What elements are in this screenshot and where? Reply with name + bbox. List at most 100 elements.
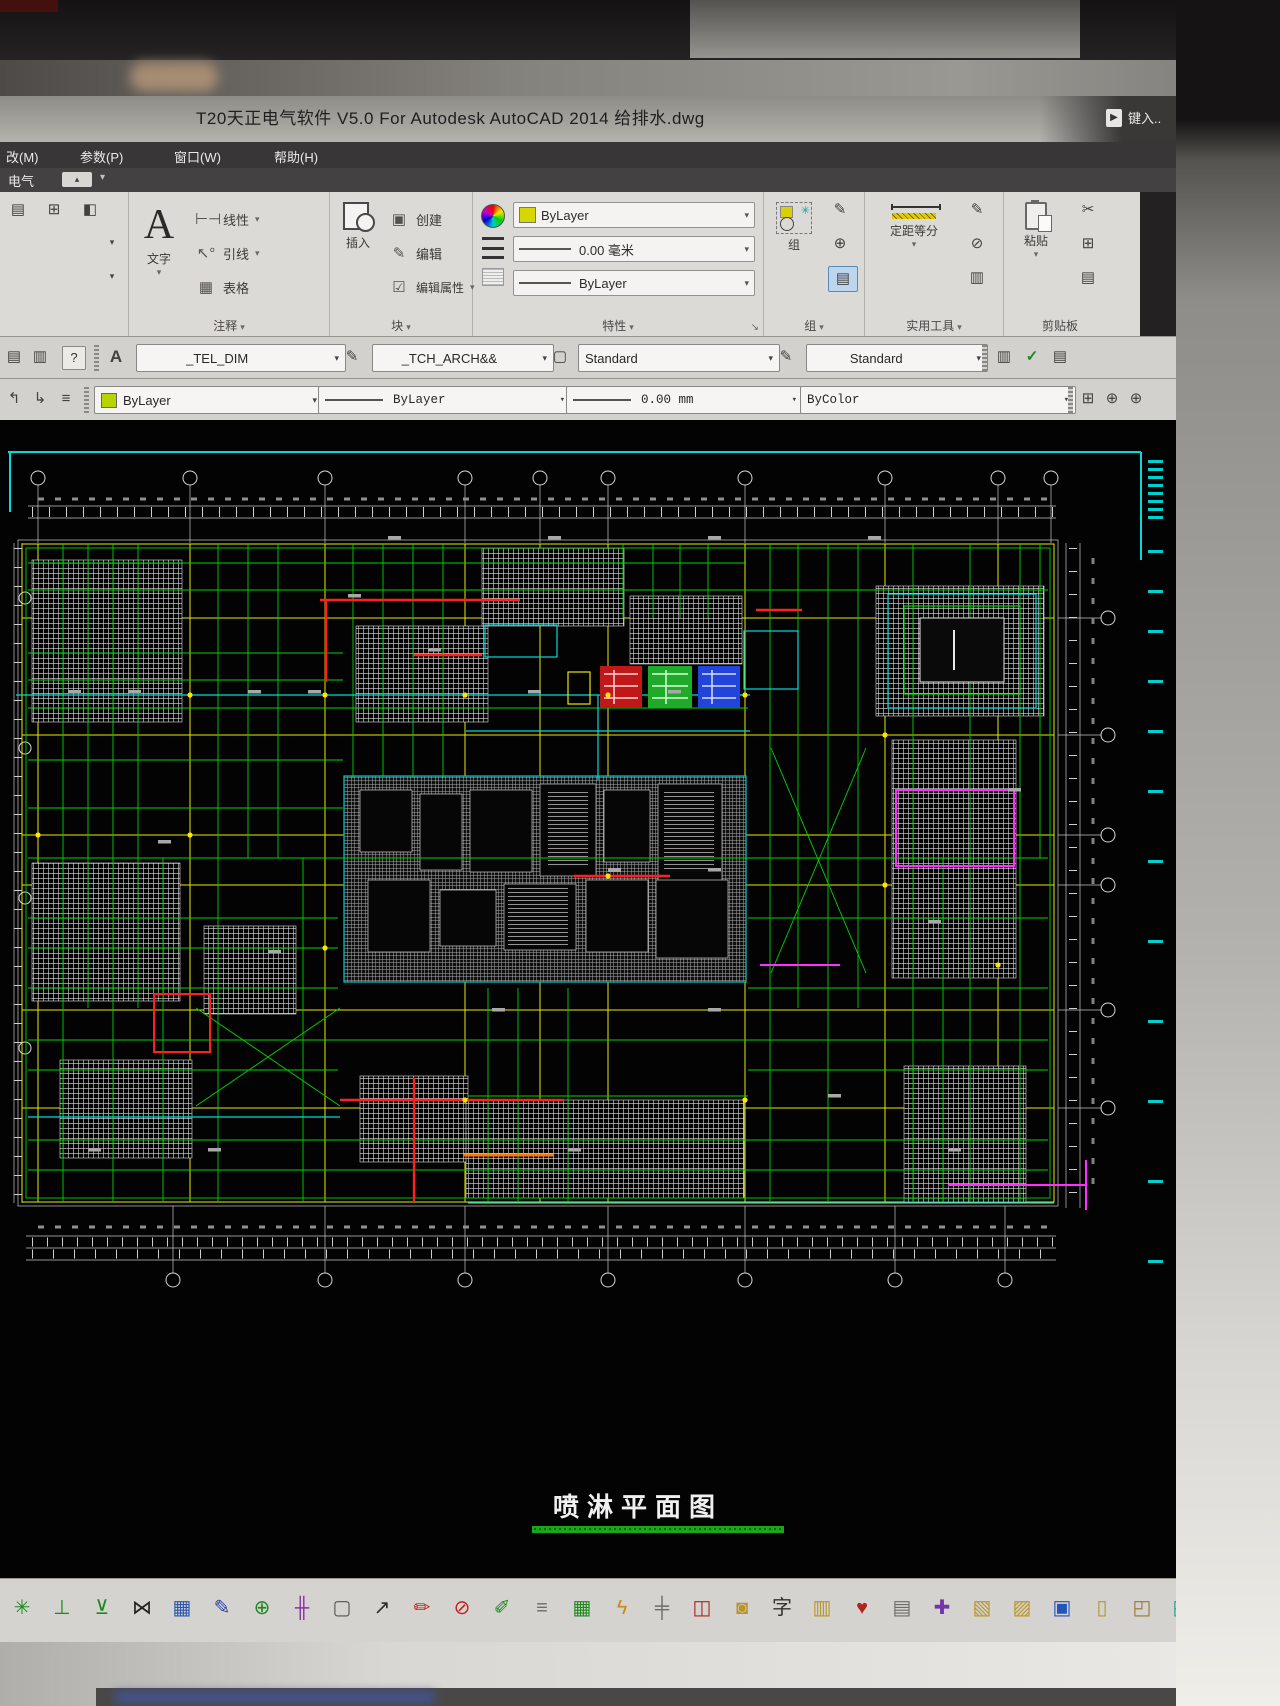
layers-bulb-icon[interactable]: ▨ [1006,1591,1038,1625]
calculator-icon[interactable]: ▥ [965,266,989,290]
ribbon-collapse-button[interactable]: ▴ [62,172,92,187]
text-tool-button[interactable]: A 文字 ▾ [131,202,187,278]
group-panel-label[interactable]: 组▾ [764,317,864,334]
linetype-stack-icon[interactable] [482,237,504,259]
utilities-panel-label[interactable]: 实用工具▾ [865,317,1003,334]
layer-previous-icon[interactable]: ↳ [28,387,52,411]
toolbar-grip[interactable] [1068,387,1073,413]
leader-button[interactable]: ↖° 引线 ▾ [195,238,260,268]
block-edit-button[interactable]: ✎ 编辑 [388,238,442,268]
selection-rect-icon[interactable]: ▢ [326,1591,358,1625]
group-button[interactable]: ✳ 组 [766,202,822,253]
properties-dialog-launcher-icon[interactable]: ↘ [751,322,759,333]
lock-icon[interactable]: ▣ [1046,1591,1078,1625]
block-panel-label[interactable]: 块▾ [330,317,472,334]
device-box-icon[interactable]: ▦ [166,1591,198,1625]
paste-button[interactable]: 粘贴 ▾ [1008,202,1064,260]
infocenter-hint[interactable]: 键入.. [1128,108,1161,127]
cut-icon[interactable]: ✂ [1076,198,1100,222]
copy-block-icon[interactable]: ▤ [886,1591,918,1625]
lineweight-hatch-icon[interactable] [482,268,504,286]
view-globe3-icon[interactable]: ⊕ [1124,387,1148,411]
equal-lines-icon[interactable]: ≡ [526,1591,558,1625]
calc-small-icon[interactable]: ▥ [28,345,52,369]
dimstyle-brush-icon[interactable]: A [104,345,128,369]
menu-window[interactable]: 窗口(W) [174,147,221,166]
red-pen-icon[interactable]: ✏ [406,1591,438,1625]
block-edit-attr-button[interactable]: ☑ 编辑属性 ▾ [388,272,475,302]
toolbar-grip[interactable] [84,387,89,413]
tab-electrical[interactable]: 电气 [8,171,34,190]
quick-measure-icon[interactable]: ✎ [965,198,989,222]
dim-style-select[interactable]: _TEL_DIM ▾ [136,344,346,372]
open-book-icon[interactable]: ▥ [806,1591,838,1625]
paste-special-icon[interactable]: ▤ [1076,266,1100,290]
insert-block-button[interactable]: 插入 [330,202,386,251]
heart-block-icon[interactable]: ♥ [846,1591,878,1625]
measure-button[interactable]: 定距等分 ▾ [879,202,949,250]
sheet-set-icon[interactable]: ▤ [2,345,26,369]
text-style-select[interactable]: Standard ▾ [806,344,988,372]
lineweight-select[interactable]: 0.00 mm ▾ [566,386,804,414]
arch-style-select[interactable]: _TCH_ARCH&& ▾ [372,344,554,372]
text-icon[interactable]: 字 [766,1591,798,1625]
view-globe2-icon[interactable]: ⊕ [1100,387,1124,411]
infocenter-play-icon[interactable]: ▶ [1106,109,1122,127]
object-lineweight-select[interactable]: 0.00 毫米 ▾ [513,236,755,262]
section-line-icon[interactable]: ╪ [646,1591,678,1625]
layer-translate-icon[interactable]: ▤ [1048,345,1072,369]
group-select-toggle-icon[interactable]: ▤ [828,266,858,292]
table-button[interactable]: ▦ 表格 [195,272,249,302]
layers-pen-icon[interactable]: ▧ [966,1591,998,1625]
sprinkler-pair-icon[interactable]: ⊻ [86,1591,118,1625]
textstyle-pencil-icon[interactable]: ✎ [774,345,798,369]
make-layer-current-icon[interactable]: ↰ [2,387,26,411]
drawing-canvas[interactable]: 喷淋平面图 [8,448,1148,1575]
left-dropdown2-icon[interactable]: ▾ [100,264,124,288]
modify-tool2-icon[interactable]: ⊞ [42,198,66,222]
lightning-icon[interactable]: ϟ [606,1591,638,1625]
arch-brush-icon[interactable]: ✎ [340,345,364,369]
object-linetype-select[interactable]: ByLayer ▾ [513,270,755,296]
tablestyle-icon[interactable]: ▢ [548,345,572,369]
no-symbol-icon[interactable]: ⊘ [446,1591,478,1625]
linetype-select[interactable]: ByLayer ▾ [318,386,572,414]
plus-brush-icon[interactable]: ✚ [926,1591,958,1625]
valve-icon[interactable]: ⋈ [126,1591,158,1625]
plotstyle-select[interactable]: ByColor ▾ [800,386,1076,414]
layer-states-icon[interactable]: ≡ [54,387,78,411]
group-edit-icon[interactable]: ✎ [828,198,852,222]
group-add-icon[interactable]: ⊕ [828,232,852,256]
toolbar-grip[interactable] [94,345,99,371]
menu-modify[interactable]: 改(M) [6,147,39,166]
color-wheel-icon[interactable] [481,204,505,228]
linear-dim-button[interactable]: ⊢⊣ 线性 ▾ [195,204,260,234]
sprinkler-upright-icon[interactable]: ⊥ [46,1591,78,1625]
modify-tool-icon[interactable]: ▤ [6,198,30,222]
pin-icon[interactable]: ⊕ [246,1591,278,1625]
table-style-select[interactable]: Standard ▾ [578,344,780,372]
menu-parameters[interactable]: 参数(P) [80,147,123,166]
sprinkler-icon[interactable]: ✳ [6,1591,38,1625]
id-point-icon[interactable]: ⊘ [965,232,989,256]
drawing-viewport[interactable]: 喷淋平面图 [0,420,1178,1578]
leader-arrow-icon[interactable]: ↗ [366,1591,398,1625]
annotate-panel-label[interactable]: 注释▾ [129,317,329,334]
toolbar-grip[interactable] [982,345,987,371]
style-manager-book-icon[interactable]: ▥ [992,345,1016,369]
copy-clip-icon[interactable]: ⊞ [1076,232,1100,256]
block-create-button[interactable]: ▣ 创建 [388,204,442,234]
infocenter[interactable]: ▶ 键入.. [1106,108,1161,127]
bulb-door-icon[interactable]: ◙ [726,1591,758,1625]
menu-help[interactable]: 帮助(H) [274,147,318,166]
modify-tool3-icon[interactable]: ◧ [78,198,102,222]
view-globe1-icon[interactable]: ⊞ [1076,387,1100,411]
red-door-icon[interactable]: ◫ [686,1591,718,1625]
layer-color-select[interactable]: ByLayer ▾ [94,386,324,414]
clipboard-panel-label[interactable]: 剪贴板 [1004,317,1116,334]
help-button[interactable]: ? [62,346,86,370]
properties-panel-label[interactable]: 特性▾ [473,317,763,334]
left-dropdown1-icon[interactable]: ▾ [100,230,124,254]
ribbon-collapse-arrow-icon[interactable]: ▾ [100,172,105,183]
unlock-icon[interactable]: ▯ [1086,1591,1118,1625]
